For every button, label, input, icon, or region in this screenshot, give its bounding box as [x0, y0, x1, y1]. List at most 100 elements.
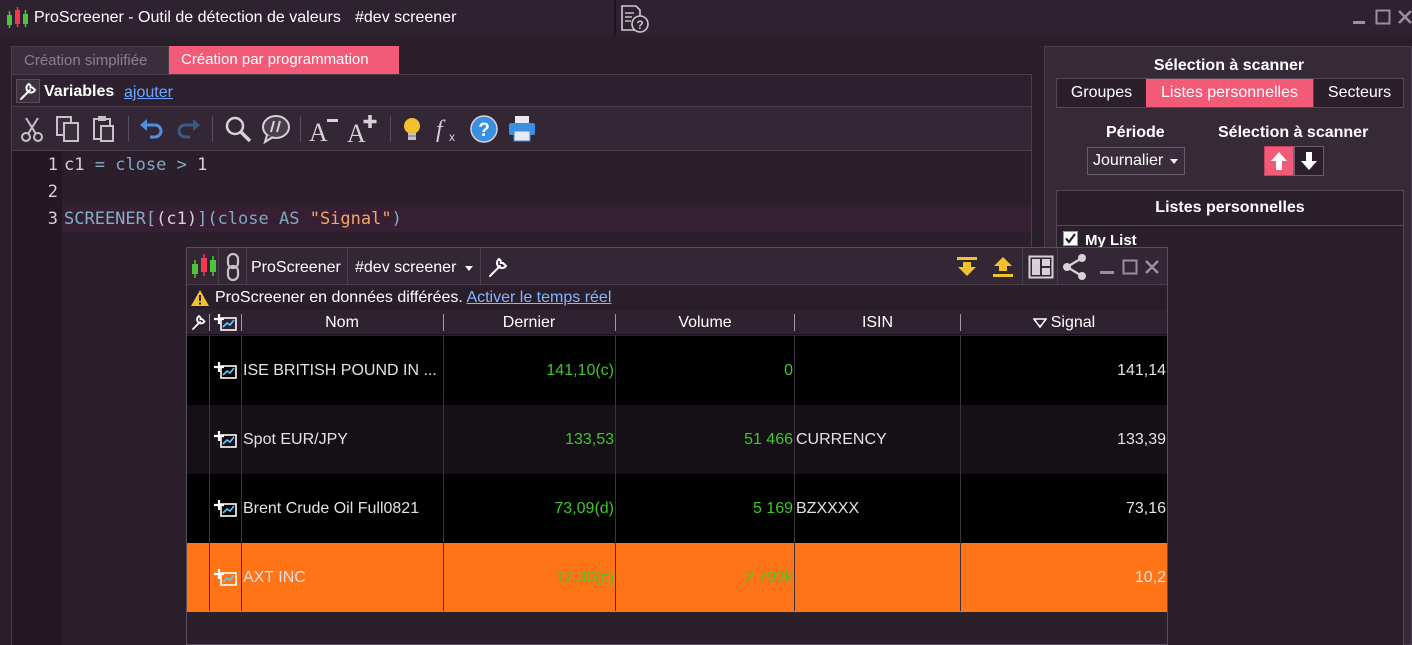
add-chart-icon[interactable]	[214, 312, 238, 332]
line-number: 1	[47, 155, 58, 175]
copy-icon[interactable]	[52, 113, 84, 145]
share-icon[interactable]	[1060, 252, 1090, 282]
column-gridline	[960, 335, 961, 611]
add-chart-icon[interactable]	[214, 360, 238, 380]
download-arrow-icon[interactable]	[954, 254, 980, 280]
move-up-button[interactable]	[1264, 146, 1294, 176]
table-row[interactable]: Brent Crude Oil Full0821 73,09(d) 5 169 BZX…	[187, 474, 1167, 543]
line-number: 2	[47, 182, 58, 202]
paste-icon[interactable]	[88, 113, 120, 145]
cell-name: Brent Crude Oil Full0821	[243, 500, 420, 517]
cell-isin	[796, 543, 959, 612]
tab-listes-personnelles[interactable]: Listes personnelles	[1146, 79, 1313, 107]
results-table-header: Nom Dernier Volume ISIN Signal	[187, 310, 1167, 335]
lightbulb-icon[interactable]	[396, 113, 428, 145]
add-chart-icon[interactable]	[214, 429, 238, 449]
increase-font-icon[interactable]: A	[346, 113, 378, 145]
table-row[interactable]: AXT INC 12,30(c) 2 792k 10,2	[187, 543, 1167, 612]
signal-header-label: Signal	[1050, 314, 1096, 331]
cell-last: 73,09(d)	[554, 500, 614, 517]
column-header-volume[interactable]: Volume	[616, 310, 794, 335]
cell-name: Spot EUR/JPY	[243, 431, 348, 448]
code-line[interactable]: SCREENER[(c1)](close AS "Signal")	[64, 209, 402, 229]
toolbar-divider	[390, 116, 391, 142]
variables-wrench-button[interactable]	[16, 79, 40, 103]
code-line[interactable]: c1 = close > 1	[64, 155, 207, 175]
cell-signal: 10,2	[1134, 569, 1166, 586]
function-icon[interactable]: f x	[432, 113, 464, 145]
tab-groupes[interactable]: Groupes	[1057, 79, 1146, 107]
cell-last: 133,53	[565, 431, 614, 448]
cell-name: ISE BRITISH POUND IN ...	[243, 362, 437, 379]
help-document-icon[interactable]: ?	[619, 4, 651, 34]
chain-link-icon	[226, 252, 240, 282]
cell-signal: 73,16	[1125, 500, 1166, 517]
cell-volume: 5 169	[752, 500, 793, 517]
title-bar: ProScreener - Outil de détection de vale…	[0, 0, 1412, 36]
upload-arrow-icon[interactable]	[990, 254, 1016, 280]
wrench-icon	[20, 82, 37, 100]
my-list-checkbox[interactable]	[1063, 231, 1078, 246]
cell-volume: 2 792k	[744, 569, 793, 586]
add-chart-icon[interactable]	[214, 567, 238, 587]
screener-results-window: ProScreener #dev screener ProScreener en…	[186, 247, 1168, 645]
minimize-icon[interactable]	[1350, 8, 1368, 26]
maximize-icon[interactable]	[1374, 8, 1392, 26]
line-number: 3	[47, 209, 58, 229]
activate-realtime-link[interactable]: Activer le temps réel	[466, 289, 611, 306]
column-header-dernier[interactable]: Dernier	[444, 310, 614, 335]
toolbar-divider	[128, 116, 129, 142]
column-gridline	[443, 335, 444, 611]
layout-icon	[1028, 255, 1054, 279]
tab-secteurs[interactable]: Secteurs	[1313, 79, 1405, 107]
arrow-up-icon	[1271, 152, 1287, 170]
close-icon[interactable]	[1143, 258, 1161, 276]
comment-icon[interactable]	[260, 113, 292, 145]
cell-last: 141,10(c)	[546, 362, 614, 379]
close-icon[interactable]	[1396, 8, 1412, 26]
search-icon[interactable]	[222, 113, 254, 145]
scan-selection-heading: Sélection à scanner	[1153, 57, 1305, 74]
table-row[interactable]: Spot EUR/JPY 133,53 51 466 CURRENCY 133,39	[187, 405, 1167, 474]
column-header-nom[interactable]: Nom	[242, 310, 442, 335]
maximize-icon[interactable]	[1121, 258, 1139, 276]
column-gridline	[241, 335, 242, 611]
tab-simple-creation[interactable]: Création simplifiée	[11, 46, 169, 74]
table-row[interactable]: ISE BRITISH POUND IN ... 141,10(c) 0 141,14	[187, 336, 1167, 405]
add-variable-link[interactable]: ajouter	[124, 84, 173, 102]
move-down-button[interactable]	[1294, 146, 1324, 176]
selection-tabs: Groupes Listes personnelles Secteurs	[1056, 78, 1404, 108]
screener-logo-cell	[187, 248, 219, 285]
wrench-icon[interactable]	[189, 312, 209, 332]
column-header-signal[interactable]: Signal	[961, 310, 1167, 335]
toolbar-divider	[300, 116, 301, 142]
sort-descending-icon	[1032, 317, 1047, 328]
layout-cell[interactable]	[1022, 248, 1058, 285]
undo-icon[interactable]	[136, 113, 168, 145]
column-header-isin[interactable]: ISIN	[795, 310, 960, 335]
candlestick-logo-icon	[192, 254, 216, 278]
add-chart-icon[interactable]	[214, 498, 238, 518]
help-icon[interactable]: ?	[468, 113, 500, 145]
tab-programming-creation[interactable]: Création par programmation	[169, 46, 399, 74]
window-title: ProScreener - Outil de détection de vale…	[34, 9, 341, 26]
link-cell[interactable]	[219, 248, 247, 285]
personal-lists-heading: Listes personnelles	[1056, 190, 1404, 226]
cut-icon[interactable]	[16, 113, 48, 145]
svg-text:f: f	[436, 117, 446, 143]
cell-last: 12,30(c)	[555, 569, 614, 586]
window-subtitle: #dev screener	[355, 9, 457, 26]
svg-text:A: A	[309, 118, 328, 145]
wrench-icon[interactable]	[485, 254, 511, 280]
redo-icon[interactable]	[172, 113, 204, 145]
cell-isin: CURRENCY	[796, 431, 887, 448]
print-icon[interactable]	[506, 113, 538, 145]
candlestick-logo-icon	[7, 7, 28, 28]
minimize-icon[interactable]	[1098, 258, 1116, 276]
cell-volume: 0	[784, 362, 793, 379]
warning-text: ProScreener en données différées. Active…	[215, 289, 611, 307]
svg-text:?: ?	[478, 120, 490, 141]
decrease-font-icon[interactable]: A	[308, 113, 340, 145]
periode-dropdown[interactable]: Journalier	[1087, 147, 1185, 175]
periode-label: Période	[1106, 124, 1165, 141]
